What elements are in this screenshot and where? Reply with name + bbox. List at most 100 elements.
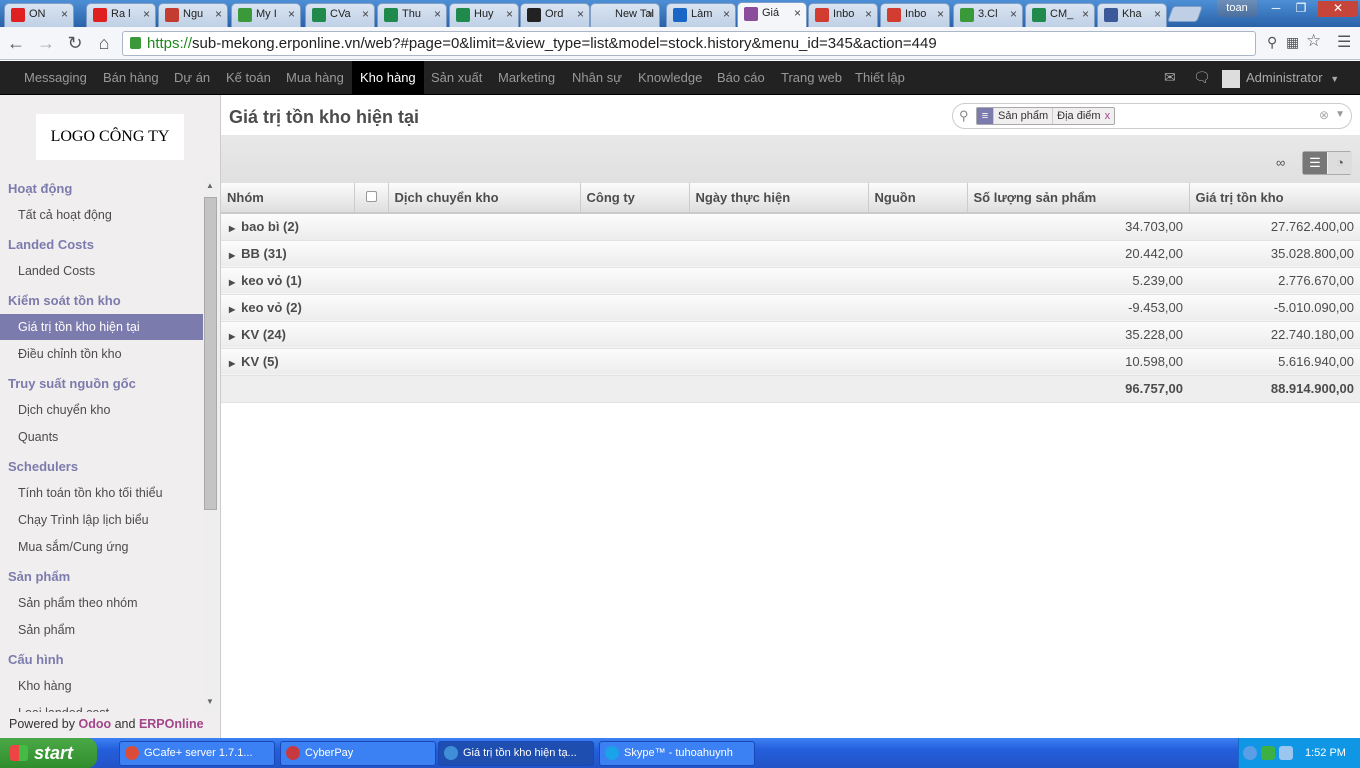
caret-right-icon[interactable]: ▶ [229, 278, 235, 287]
facet-remove-icon[interactable]: x [1105, 110, 1115, 122]
chat-icon[interactable]: 🗨 [1193, 69, 1211, 86]
sidebar-item[interactable]: Điều chỉnh tồn kho [0, 341, 203, 367]
forward-icon[interactable]: → [35, 33, 57, 53]
group-name-cell[interactable]: ▶ KV (5) [221, 348, 967, 376]
column-header-source[interactable]: Nguồn [868, 183, 968, 214]
sidebar-item[interactable]: Giá trị tồn kho hiện tại [0, 314, 203, 340]
sidebar-item[interactable]: Tính toán tồn kho tối thiểu [0, 480, 203, 506]
sidebar-item[interactable]: Landed Costs [0, 258, 203, 284]
top-menu-item[interactable]: Sản xuất [423, 61, 490, 94]
sidebar-item[interactable]: Dịch chuyển kho [0, 397, 203, 423]
caret-right-icon[interactable]: ▶ [229, 224, 235, 233]
scroll-down-icon[interactable]: ▼ [206, 697, 214, 706]
column-header-value[interactable]: Giá trị tồn kho [1189, 183, 1360, 214]
caret-right-icon[interactable]: ▶ [229, 359, 235, 368]
browser-user-chip[interactable]: toan [1217, 0, 1257, 17]
tab-close-icon[interactable]: × [1154, 4, 1161, 24]
group-name-cell[interactable]: ▶ KV (24) [221, 321, 967, 349]
home-icon[interactable]: ⌂ [93, 33, 115, 53]
sidebar-item[interactable]: Tất cả hoạt động [0, 202, 203, 228]
top-menu-item[interactable]: Thiết lập [847, 61, 913, 94]
group-row[interactable]: ▶ bao bì (2) 34.703,00 27.762.400,00 [221, 213, 1360, 241]
tab-close-icon[interactable]: × [506, 4, 513, 24]
sidebar-item[interactable]: Sản phẩm [0, 617, 203, 643]
scrollbar-thumb[interactable] [204, 197, 217, 510]
browser-tab[interactable]: Giá × [737, 2, 807, 27]
odoo-link[interactable]: Odoo [78, 717, 111, 731]
column-header-move[interactable]: Dịch chuyển kho [388, 183, 581, 214]
reload-icon[interactable]: ↻ [64, 33, 86, 53]
group-row[interactable]: ▶ BB (31) 20.442,00 35.028.800,00 [221, 240, 1360, 268]
user-menu[interactable]: Administrator ▼ [1222, 61, 1339, 94]
tab-close-icon[interactable]: × [434, 4, 441, 24]
taskbar-task[interactable]: CyberPay [280, 741, 436, 766]
tray-arrow-icon[interactable] [1243, 746, 1257, 760]
sidebar-item[interactable]: Kho hàng [0, 673, 203, 699]
tab-close-icon[interactable]: × [61, 4, 68, 24]
top-menu-item[interactable]: Dự án [166, 61, 218, 94]
top-menu-item[interactable]: Mua hàng [278, 61, 352, 94]
minimize-icon[interactable]: ─ [1264, 1, 1288, 17]
browser-tab[interactable]: Ngu × [158, 3, 228, 27]
top-menu-item[interactable]: Marketing [490, 61, 563, 94]
top-menu-item[interactable]: Trang web [773, 61, 850, 94]
sidebar-item[interactable]: Mua sắm/Cung ứng [0, 534, 203, 560]
top-menu-item[interactable]: Kho hàng [352, 61, 424, 94]
graph-view-icon[interactable]: ◔ [1328, 152, 1352, 174]
browser-tab[interactable]: Inbo × [808, 3, 878, 27]
caret-right-icon[interactable]: ▶ [229, 332, 235, 341]
new-tab-button[interactable] [1167, 6, 1203, 22]
group-name-cell[interactable]: ▶ keo vỏ (2) [221, 294, 967, 322]
top-menu-item[interactable]: Báo cáo [709, 61, 773, 94]
menu-icon[interactable]: ☰ [1337, 32, 1351, 52]
list-view-icon[interactable]: ☰ [1303, 152, 1327, 174]
taskbar-task[interactable]: Skype™ - tuhoahuynh [599, 741, 755, 766]
taskbar-task[interactable]: Giá trị tồn kho hiện tạ... [438, 741, 594, 766]
taskbar-task[interactable]: GCafe+ server 1.7.1... [119, 741, 275, 766]
back-icon[interactable]: ← [5, 33, 27, 53]
browser-tab[interactable]: My I × [231, 3, 301, 27]
column-header-company[interactable]: Công ty [580, 183, 690, 214]
sidebar-item[interactable]: Quants [0, 424, 203, 450]
group-name-cell[interactable]: ▶ bao bì (2) [221, 213, 967, 241]
group-name-cell[interactable]: ▶ keo vỏ (1) [221, 267, 967, 295]
browser-tab[interactable]: Làm × [666, 3, 736, 27]
url-bar[interactable]: https://sub-mekong.erponline.vn/web?#pag… [122, 31, 1256, 56]
mail-icon[interactable]: ✉ [1164, 69, 1176, 86]
browser-tab[interactable]: CVa × [305, 3, 375, 27]
browser-tab[interactable]: ON × [4, 3, 74, 27]
sidebar-item[interactable]: Chạy Trình lập lịch biểu [0, 507, 203, 533]
browser-tab[interactable]: Thu × [377, 3, 447, 27]
sidebar-scrollbar[interactable]: ▲ ▼ [203, 177, 218, 712]
select-all-checkbox[interactable] [354, 183, 389, 214]
tab-close-icon[interactable]: × [143, 4, 150, 24]
browser-tab[interactable]: Ord × [520, 3, 590, 27]
search-options-icon[interactable]: ▼ [1335, 109, 1345, 120]
translate-icon[interactable]: ▦ [1286, 34, 1299, 51]
top-menu-item[interactable]: Bán hàng [95, 61, 167, 94]
bookmark-star-icon[interactable]: ☆ [1306, 31, 1321, 51]
top-menu-item[interactable]: Kế toán [218, 61, 279, 94]
tab-close-icon[interactable]: × [647, 4, 654, 24]
caret-right-icon[interactable]: ▶ [229, 305, 235, 314]
key-icon[interactable]: ⚲ [1267, 34, 1277, 51]
top-menu-item[interactable]: Nhân sự [564, 61, 630, 94]
tab-close-icon[interactable]: × [362, 4, 369, 24]
sidebar-item[interactable]: Sản phẩm theo nhóm [0, 590, 203, 616]
window-close-icon[interactable]: ✕ [1318, 1, 1358, 17]
clear-search-icon[interactable]: ⊗ [1319, 108, 1329, 122]
column-header-quantity[interactable]: Số lượng sản phẩm [967, 183, 1190, 214]
pager-limit[interactable]: ∞ [1276, 155, 1285, 170]
group-row[interactable]: ▶ keo vỏ (1) 5.239,00 2.776.670,00 [221, 267, 1360, 295]
tab-close-icon[interactable]: × [288, 4, 295, 24]
browser-tab[interactable]: Ra l × [86, 3, 156, 27]
erponline-link[interactable]: ERPOnline [139, 717, 204, 731]
tab-close-icon[interactable]: × [577, 4, 584, 24]
group-row[interactable]: ▶ KV (24) 35.228,00 22.740.180,00 [221, 321, 1360, 349]
tab-close-icon[interactable]: × [865, 4, 872, 24]
clock[interactable]: 1:52 PM [1305, 738, 1346, 768]
network-icon[interactable] [1279, 746, 1293, 760]
browser-tab[interactable]: 3.Cl × [953, 3, 1023, 27]
tab-close-icon[interactable]: × [794, 3, 801, 23]
scroll-up-icon[interactable]: ▲ [206, 181, 214, 190]
